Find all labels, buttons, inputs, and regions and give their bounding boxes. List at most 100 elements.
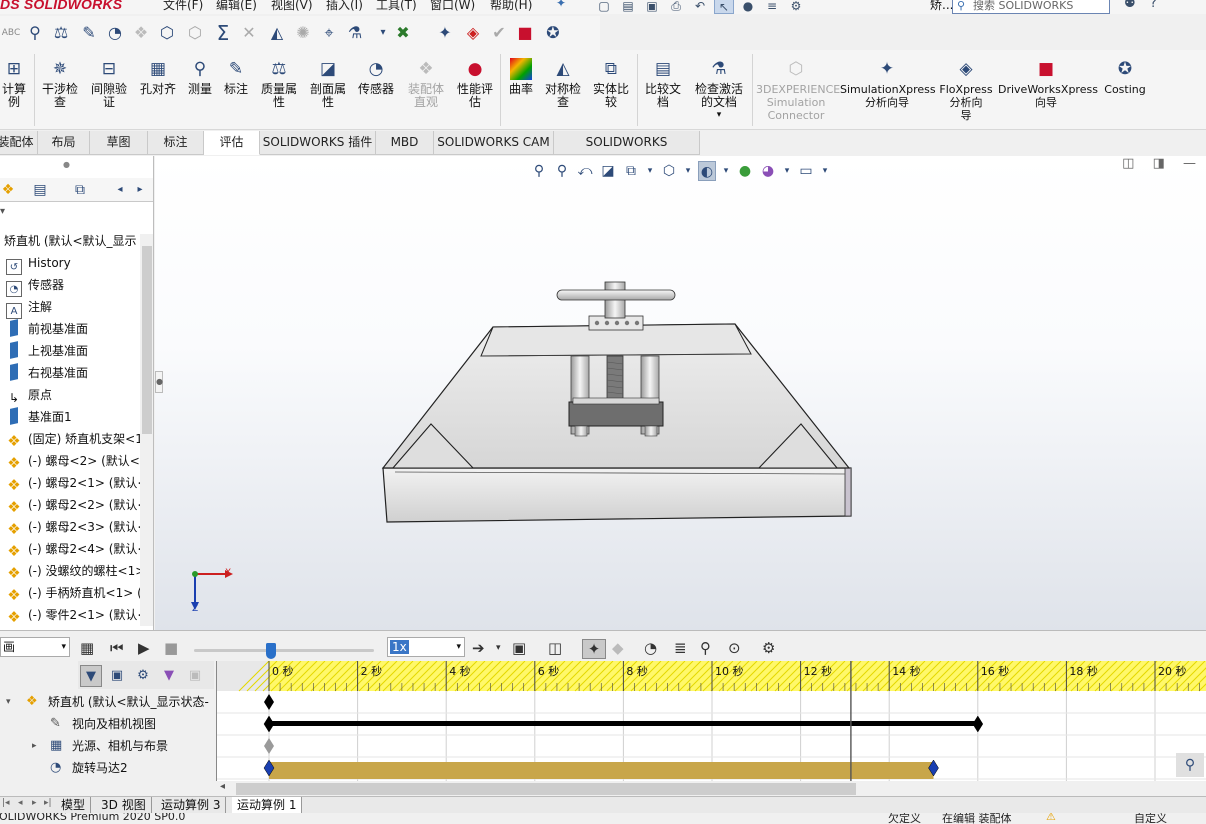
feature-tree-scrollbar[interactable] — [140, 234, 153, 626]
explode-icon[interactable]: ✺ — [292, 22, 314, 44]
tab-sketch[interactable]: 草图 — [90, 131, 148, 155]
motion-settings-gear-icon[interactable]: ⚙ — [762, 639, 775, 657]
menu-edit[interactable]: 编辑(E) — [216, 0, 257, 13]
drive-icon[interactable]: ■ — [514, 22, 536, 44]
assembly-visualization-button[interactable]: ❖ 装配体 直观 — [404, 58, 448, 109]
tab-evaluate[interactable]: 评估 — [204, 131, 260, 155]
draft-icon[interactable]: ⌖ — [318, 22, 340, 44]
tree-item-component[interactable]: ❖ (-) 螺母2<2> (默认< — [0, 494, 147, 516]
mate-icon[interactable]: ✕ — [238, 22, 260, 44]
tree-item-annotations[interactable]: A 注解 — [0, 296, 140, 319]
menu-help[interactable]: 帮助(H) — [490, 0, 532, 13]
help-icon[interactable]: ? — [1150, 0, 1157, 11]
tab-assembly[interactable]: 装配体 — [0, 131, 38, 155]
dropdown-icon[interactable]: ▾ — [372, 22, 394, 44]
filter-animated-icon[interactable]: ▼ — [80, 665, 102, 687]
simulationxpress-button[interactable]: ✦ SimulationXpress 分析向导 — [840, 58, 936, 109]
filter-selected-icon[interactable]: ⚙ — [132, 665, 154, 687]
calculate-icon[interactable]: ▦ — [80, 639, 94, 657]
tree-item-history[interactable]: ↺ History — [0, 252, 140, 275]
chevron-down-icon[interactable]: ▾ — [6, 691, 11, 713]
tab-model[interactable]: 模型 — [56, 797, 92, 814]
annotation-button[interactable]: ✎ 标注 — [220, 58, 252, 96]
motion-tree-item-view-camera[interactable]: ✎ 视向及相机视图 — [0, 713, 214, 735]
next-tab-icon[interactable]: ▸ — [32, 798, 37, 808]
section-properties-button[interactable]: ◪ 剖面属 性 — [306, 58, 350, 109]
tree-item-component[interactable]: ❖ (固定) 矫直机支架<1 — [0, 428, 143, 450]
filter-icon[interactable]: ▾ — [0, 206, 5, 217]
balance-icon[interactable]: ⚖ — [50, 22, 72, 44]
menu-tools[interactable]: 工具(T) — [376, 0, 417, 13]
tree-item-sensors[interactable]: ◔ 传感器 — [0, 274, 140, 297]
costing-small-icon[interactable]: ✪ — [542, 22, 564, 44]
tab-solidworks-cam[interactable]: SOLIDWORKS CAM — [434, 131, 554, 155]
gauge-icon[interactable]: ◔ — [104, 22, 126, 44]
panel-grip-icon[interactable]: ● — [63, 160, 70, 169]
abc-spell-icon[interactable]: ABC — [0, 22, 22, 44]
animation-wizard-icon[interactable]: ◫ — [548, 639, 562, 657]
measure-button[interactable]: ⚲ 测量 — [184, 58, 216, 96]
curvature-button[interactable]: 曲率 — [504, 58, 538, 96]
sketch-icon[interactable]: ✎ — [78, 22, 100, 44]
tree-root-assembly[interactable]: 矫直机 (默认<默认_显示 — [4, 232, 137, 249]
playback-slider[interactable] — [194, 643, 374, 659]
cube-check-icon[interactable]: ⬡ — [156, 22, 178, 44]
tree-item-right-plane[interactable]: 右视基准面 — [0, 362, 140, 384]
stop-icon[interactable]: ■ — [164, 639, 178, 657]
traffic-light-icon[interactable]: ● — [738, 0, 758, 14]
motion-tree-item-assembly[interactable]: ▾ ❖ 矫直机 (默认<默认_显示状态- — [0, 691, 214, 713]
add-key-icon[interactable]: ◆ — [612, 639, 624, 657]
mass-properties-button[interactable]: ⚖ 质量属 性 — [256, 58, 302, 109]
costing-button[interactable]: ✪ Costing — [1100, 58, 1150, 96]
tree-item-component[interactable]: ❖ (-) 没螺纹的螺柱<1> — [0, 560, 145, 582]
playback-mode-icon[interactable]: ➔ — [472, 639, 485, 657]
select-icon[interactable]: ↖ — [714, 0, 734, 14]
slider-knob[interactable] — [266, 643, 277, 659]
tab-solidworks-addins[interactable]: SOLIDWORKS 插件 — [260, 131, 376, 155]
performance-evaluation-button[interactable]: ● 性能评 估 — [452, 58, 498, 109]
cube-icon[interactable]: ⬡ — [184, 22, 206, 44]
check-disabled-icon[interactable]: ✔ — [488, 22, 510, 44]
feature-tree-tab-icon[interactable]: ❖ — [0, 180, 20, 200]
interference-check-button[interactable]: ✵ 干涉检 查 — [38, 58, 82, 109]
symmetry-check-button[interactable]: ◭ 对称检 查 — [540, 58, 586, 109]
tree-item-top-plane[interactable]: 上视基准面 — [0, 340, 140, 362]
study-type-select[interactable]: 画 ▾ — [0, 637, 70, 657]
check-active-document-button[interactable]: ⚗ 检查激活 的文档 ▾ — [690, 58, 748, 122]
menu-window[interactable]: 窗口(W) — [430, 0, 475, 13]
tab-3d-view[interactable]: 3D 视图 — [96, 797, 152, 814]
simulation-icon[interactable]: ✦ — [434, 22, 456, 44]
compare-documents-button[interactable]: ▤ 比较文 档 — [640, 58, 686, 109]
menu-insert[interactable]: 插入(I) — [326, 0, 363, 13]
section-icon[interactable]: ◭ — [266, 22, 288, 44]
sensor-button[interactable]: ◔ 传感器 — [354, 58, 398, 96]
menu-view[interactable]: 视图(V) — [271, 0, 313, 13]
tree-item-component[interactable]: ❖ (-) 螺母<2> (默认< — [0, 450, 140, 472]
pin-icon[interactable]: ✦ — [556, 0, 566, 10]
last-tab-icon[interactable]: ▸| — [44, 798, 52, 808]
tab-scroll-right-icon[interactable]: ▸ — [128, 180, 152, 200]
timeline-zoom-icon[interactable]: ⚲ — [1176, 753, 1204, 777]
scroll-left-icon[interactable]: ◂ — [220, 781, 225, 792]
straightener-model[interactable] — [155, 156, 1206, 630]
new-document-icon[interactable]: ▢ — [594, 0, 614, 14]
tree-item-component[interactable]: ❖ (-) 零件2<1> (默认< — [0, 604, 147, 626]
floxpress-button[interactable]: ◈ FloXpress 分析向 导 — [938, 58, 994, 122]
flow-icon[interactable]: ◈ — [462, 22, 484, 44]
chevron-right-icon[interactable]: ▸ — [32, 735, 37, 757]
save-icon[interactable]: ▣ — [642, 0, 662, 14]
spring-icon[interactable]: ≣ — [674, 639, 687, 657]
tab-solidworks-inspection[interactable]: SOLIDWORKS Inspection — [554, 131, 700, 172]
tab-motion-study-3[interactable]: 运动算例 3 — [156, 797, 227, 814]
options-gear-icon[interactable]: ⚙ — [786, 0, 806, 14]
rebuild-icon[interactable]: ⚠ — [1046, 813, 1056, 823]
driveworksxpress-button[interactable]: ■ DriveWorksXpress 向导 — [998, 58, 1098, 109]
damper-icon[interactable]: ⚲ — [700, 639, 711, 657]
print-icon[interactable]: ⎙ — [666, 0, 686, 14]
tree-item-component[interactable]: ❖ (-) 螺母2<4> (默认< — [0, 538, 147, 560]
filter-disabled-icon[interactable]: ▣ — [184, 665, 206, 687]
tree-item-component[interactable]: ❖ (-) 手柄矫直机<1> ( — [0, 582, 141, 604]
hole-alignment-button[interactable]: ▦ 孔对齐 — [136, 58, 180, 96]
sum-icon[interactable]: Σ — [212, 22, 234, 44]
tree-item-plane1[interactable]: 基准面1 — [0, 406, 140, 428]
